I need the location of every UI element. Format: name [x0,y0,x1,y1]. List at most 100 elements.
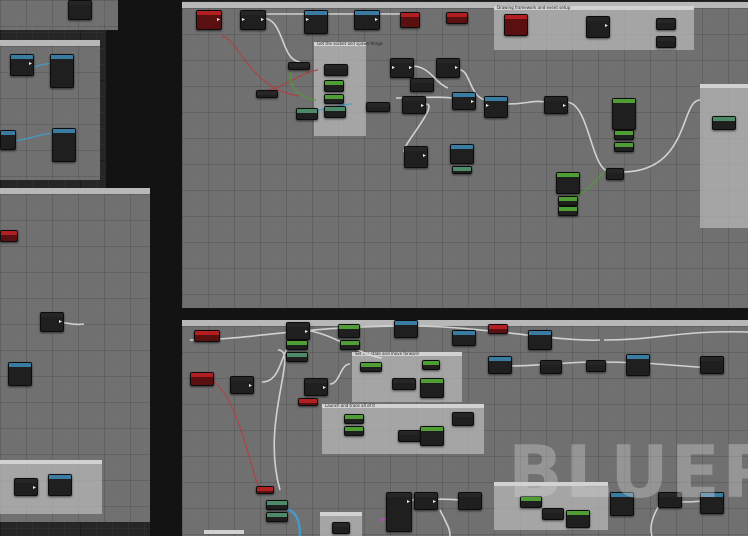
variable-node[interactable] [366,102,390,112]
pure-node[interactable] [558,196,578,206]
pure-node[interactable] [558,206,578,216]
function-node[interactable] [452,412,474,426]
pure-node[interactable] [422,360,440,370]
pure-node[interactable] [344,426,364,436]
pure-node[interactable] [556,172,580,194]
function-node[interactable] [10,54,34,76]
function-node[interactable] [484,96,508,118]
function-node[interactable] [450,144,474,164]
event-node[interactable] [196,10,222,30]
function-node[interactable] [230,376,254,394]
function-node[interactable] [626,354,650,376]
pure-node[interactable] [452,166,472,174]
variable-node[interactable] [488,324,508,334]
event-node[interactable] [504,14,528,36]
pure-node[interactable] [324,80,344,92]
exec-pin[interactable] [306,18,309,21]
function-node[interactable] [14,478,38,496]
variable-node[interactable] [324,64,348,76]
exec-pin[interactable] [423,154,426,157]
exec-pin[interactable] [421,104,424,107]
pure-node[interactable] [286,352,308,362]
function-node[interactable] [8,362,32,386]
function-node[interactable] [392,378,416,390]
exec-pin[interactable] [261,18,264,21]
exec-pin[interactable] [605,24,608,27]
function-node[interactable] [48,474,72,496]
pure-node[interactable] [266,500,288,510]
function-node[interactable] [410,78,434,92]
exec-pin[interactable] [486,104,489,107]
blueprint-graph-canvas[interactable]: Drawing framework and event setup Get th… [0,0,748,536]
reroute-node[interactable] [256,90,278,98]
function-node[interactable] [528,330,552,350]
function-node[interactable] [286,322,310,340]
function-node[interactable] [50,54,74,88]
exec-pin[interactable] [59,320,62,323]
exec-pin[interactable] [323,386,326,389]
function-node[interactable] [606,168,624,180]
exec-pin[interactable] [33,486,36,489]
variable-node[interactable] [656,18,676,30]
pure-node[interactable] [286,340,308,350]
function-node[interactable] [436,58,460,78]
exec-pin[interactable] [375,18,378,21]
exec-pin[interactable] [455,66,458,69]
function-node[interactable] [488,356,512,374]
variable-node[interactable] [0,230,18,242]
pure-node[interactable] [296,108,318,120]
pure-node[interactable] [324,106,346,118]
function-node[interactable] [458,492,482,510]
function-node[interactable] [540,360,562,374]
function-node[interactable] [354,10,380,30]
pure-node[interactable] [420,378,444,398]
variable-node[interactable] [656,36,676,48]
variable-node[interactable] [446,12,468,24]
function-node[interactable] [398,430,422,442]
exec-pin[interactable] [563,104,566,107]
exec-pin[interactable] [305,330,308,333]
pure-node[interactable] [612,98,636,130]
function-node[interactable] [40,312,64,332]
pure-node[interactable] [614,142,634,152]
function-node[interactable] [332,522,350,534]
exec-pin[interactable] [409,66,412,69]
pure-node[interactable] [324,94,344,104]
function-node[interactable] [452,330,476,346]
variable-node[interactable] [400,12,420,28]
function-node[interactable] [394,320,418,338]
pure-node[interactable] [340,340,360,350]
exec-pin[interactable] [407,500,410,503]
function-node[interactable] [586,360,606,372]
function-node[interactable] [304,378,328,396]
pure-node[interactable] [360,362,382,372]
event-node[interactable] [194,330,220,342]
exec-pin[interactable] [249,384,252,387]
pure-node[interactable] [266,512,288,522]
reroute-node[interactable] [288,62,310,70]
variable-node[interactable] [298,398,318,406]
exec-pin[interactable] [217,18,220,21]
pure-node[interactable] [712,116,736,130]
exec-pin[interactable] [433,500,436,503]
exec-pin[interactable] [392,66,395,69]
function-node[interactable] [414,492,438,510]
function-node[interactable] [52,128,76,162]
function-node[interactable] [404,146,428,168]
variable-node[interactable] [256,486,274,494]
exec-pin[interactable] [242,18,245,21]
function-node[interactable] [240,10,266,30]
pure-node[interactable] [420,426,444,446]
exec-pin[interactable] [471,100,474,103]
function-node[interactable] [390,58,414,78]
function-node[interactable] [68,0,92,20]
pure-node[interactable] [344,414,364,424]
function-node[interactable] [402,96,426,114]
function-node[interactable] [452,92,476,110]
event-node[interactable] [190,372,214,386]
exec-pin[interactable] [29,62,32,65]
function-node[interactable] [586,16,610,38]
pure-node[interactable] [614,130,634,140]
function-node[interactable] [386,492,412,532]
function-node[interactable] [0,130,16,150]
